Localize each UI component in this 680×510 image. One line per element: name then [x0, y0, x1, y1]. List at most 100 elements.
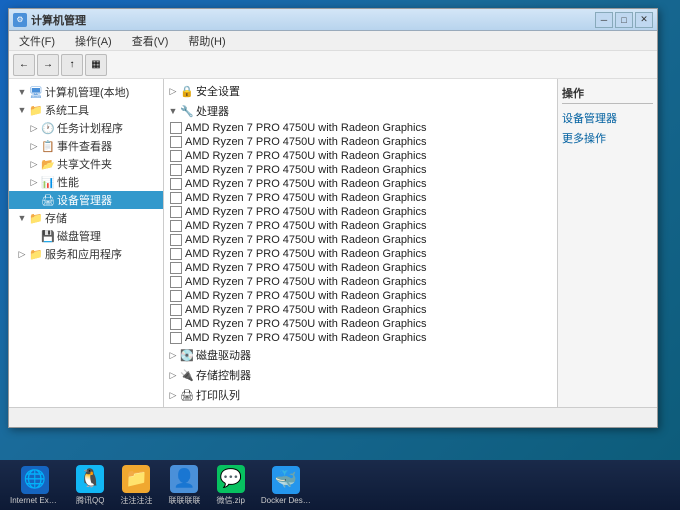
device-manager-label: 设备管理器 — [57, 192, 112, 208]
proc-checkbox-2 — [170, 150, 182, 162]
close-button[interactable]: ✕ — [635, 12, 653, 28]
storage-ctrl-expand: ▷ — [168, 370, 178, 380]
proc-label-10: AMD Ryzen 7 PRO 4750U with Radeon Graphi… — [185, 262, 427, 274]
expand-icon: ▼ — [17, 87, 27, 97]
taskbar-wechat[interactable]: 💬 微信.zip — [210, 463, 250, 508]
actions-panel: 操作 设备管理器 更多操作 — [557, 79, 657, 407]
window-icon: ⚙ — [13, 13, 27, 27]
up-button[interactable]: ↑ — [61, 54, 83, 76]
docker-icon: 🐳 — [272, 466, 300, 494]
proc-checkbox-12 — [170, 290, 182, 302]
proc-label-2: AMD Ryzen 7 PRO 4750U with Radeon Graphi… — [185, 150, 427, 162]
taskbar-user[interactable]: 👤 联联联联 — [162, 463, 206, 508]
forward-button[interactable]: → — [37, 54, 59, 76]
event-viewer-label: 事件查看器 — [57, 138, 112, 154]
proc-item-5[interactable]: AMD Ryzen 7 PRO 4750U with Radeon Graphi… — [164, 191, 557, 205]
taskbar-qq[interactable]: 🐧 腾讯QQ — [70, 463, 110, 508]
right-panel: ▷ 🔒 安全设置 ▼ 🔧 处理器 AMD Ryzen 7 PRO 4750U w… — [164, 79, 557, 407]
wechat-icon: 💬 — [217, 465, 245, 493]
tree-shared-folders[interactable]: ▷ 📂 共享文件夹 — [9, 155, 163, 173]
docker-label: Docker Desktop — [261, 496, 311, 505]
print-queue-label: 打印队列 — [196, 387, 240, 403]
maximize-button[interactable]: □ — [615, 12, 633, 28]
processor-header[interactable]: ▼ 🔧 处理器 — [164, 101, 557, 121]
proc-checkbox-6 — [170, 206, 182, 218]
proc-item-11[interactable]: AMD Ryzen 7 PRO 4750U with Radeon Graphi… — [164, 275, 557, 289]
tree-disk-management[interactable]: 💾 磁盘管理 — [9, 227, 163, 245]
left-panel: ▼ 🖥 计算机管理(本地) ▼ 📁 系统工具 ▷ 🕐 任务计划程序 ▷ 📋 — [9, 79, 164, 407]
actions-title: 操作 — [562, 83, 653, 104]
proc-label-6: AMD Ryzen 7 PRO 4750U with Radeon Graphi… — [185, 206, 427, 218]
proc-item-2[interactable]: AMD Ryzen 7 PRO 4750U with Radeon Graphi… — [164, 149, 557, 163]
menu-file[interactable]: 文件(F) — [13, 31, 61, 51]
folder-icon-3: 📁 — [29, 211, 43, 225]
title-buttons: ─ □ ✕ — [595, 12, 653, 28]
expand-icon-7 — [29, 195, 39, 205]
tree-task-scheduler[interactable]: ▷ 🕐 任务计划程序 — [9, 119, 163, 137]
proc-item-14[interactable]: AMD Ryzen 7 PRO 4750U with Radeon Graphi… — [164, 317, 557, 331]
back-button[interactable]: ← — [13, 54, 35, 76]
desktop: ⚙ 计算机管理 ─ □ ✕ 文件(F) 操作(A) 查看(V) 帮助(H) ← … — [0, 0, 680, 460]
proc-label-9: AMD Ryzen 7 PRO 4750U with Radeon Graphi… — [185, 248, 427, 260]
storage-ctrl-icon: 🔌 — [180, 368, 194, 382]
storage-ctrl-header[interactable]: ▷ 🔌 存储控制器 — [164, 365, 557, 385]
taskbar-ie[interactable]: 🌐 Internet Explorer — [4, 464, 66, 507]
proc-checkbox-3 — [170, 164, 182, 176]
security-settings-label: 安全设置 — [196, 83, 240, 99]
expand-icon-9 — [29, 231, 39, 241]
proc-item-7[interactable]: AMD Ryzen 7 PRO 4750U with Radeon Graphi… — [164, 219, 557, 233]
minimize-button[interactable]: ─ — [595, 12, 613, 28]
event-icon: 📋 — [41, 139, 55, 153]
security-settings-header[interactable]: ▷ 🔒 安全设置 — [164, 81, 557, 101]
proc-item-9[interactable]: AMD Ryzen 7 PRO 4750U with Radeon Graphi… — [164, 247, 557, 261]
expand-icon-10: ▷ — [17, 249, 27, 259]
system-tools-label: 系统工具 — [45, 102, 89, 118]
view-button[interactable]: ▦ — [85, 54, 107, 76]
proc-item-6[interactable]: AMD Ryzen 7 PRO 4750U with Radeon Graphi… — [164, 205, 557, 219]
menu-view[interactable]: 查看(V) — [126, 31, 175, 51]
taskbar-docker[interactable]: 🐳 Docker Desktop — [255, 464, 317, 507]
proc-label-3: AMD Ryzen 7 PRO 4750U with Radeon Graphi… — [185, 164, 427, 176]
expand-icon-6: ▷ — [29, 177, 39, 187]
folder-icon-2: 📂 — [41, 157, 55, 171]
tree-storage[interactable]: ▼ 📁 存储 — [9, 209, 163, 227]
security-icon: 🔒 — [180, 84, 194, 98]
action-device-manager[interactable]: 设备管理器 — [562, 108, 653, 128]
tree-device-manager[interactable]: 🖨 设备管理器 — [9, 191, 163, 209]
folder-label: 注注注注 — [120, 495, 152, 506]
proc-item-8[interactable]: AMD Ryzen 7 PRO 4750U with Radeon Graphi… — [164, 233, 557, 247]
proc-item-13[interactable]: AMD Ryzen 7 PRO 4750U with Radeon Graphi… — [164, 303, 557, 317]
tree-services[interactable]: ▷ 📁 服务和应用程序 — [9, 245, 163, 263]
storage-ctrl-label: 存储控制器 — [196, 367, 251, 383]
proc-item-3[interactable]: AMD Ryzen 7 PRO 4750U with Radeon Graphi… — [164, 163, 557, 177]
disk-driver-header[interactable]: ▷ 💽 磁盘驱动器 — [164, 345, 557, 365]
menu-action[interactable]: 操作(A) — [69, 31, 118, 51]
action-more[interactable]: 更多操作 — [562, 128, 653, 148]
processor-label: 处理器 — [196, 103, 229, 119]
security-expand-icon: ▷ — [168, 86, 178, 96]
proc-label-0: AMD Ryzen 7 PRO 4750U with Radeon Graphi… — [185, 122, 427, 134]
proc-item-1[interactable]: AMD Ryzen 7 PRO 4750U with Radeon Graphi… — [164, 135, 557, 149]
proc-item-15[interactable]: AMD Ryzen 7 PRO 4750U with Radeon Graphi… — [164, 331, 557, 345]
taskbar-folder[interactable]: 📁 注注注注 — [114, 463, 158, 508]
proc-checkbox-10 — [170, 262, 182, 274]
ie-icon: 🌐 — [21, 466, 49, 494]
tree-performance[interactable]: ▷ 📊 性能 — [9, 173, 163, 191]
proc-item-12[interactable]: AMD Ryzen 7 PRO 4750U with Radeon Graphi… — [164, 289, 557, 303]
proc-checkbox-11 — [170, 276, 182, 288]
print-queue-header[interactable]: ▷ 🖨 打印队列 — [164, 385, 557, 405]
print-expand: ▷ — [168, 390, 178, 400]
proc-label-15: AMD Ryzen 7 PRO 4750U with Radeon Graphi… — [185, 332, 427, 344]
tree-event-viewer[interactable]: ▷ 📋 事件查看器 — [9, 137, 163, 155]
expand-icon-3: ▷ — [29, 123, 39, 133]
folder-icon-1: 📁 — [29, 103, 43, 117]
menu-help[interactable]: 帮助(H) — [182, 31, 231, 51]
computer-management-window: ⚙ 计算机管理 ─ □ ✕ 文件(F) 操作(A) 查看(V) 帮助(H) ← … — [8, 8, 658, 428]
tree-system-tools[interactable]: ▼ 📁 系统工具 — [9, 101, 163, 119]
proc-item-4[interactable]: AMD Ryzen 7 PRO 4750U with Radeon Graphi… — [164, 177, 557, 191]
proc-item-10[interactable]: AMD Ryzen 7 PRO 4750U with Radeon Graphi… — [164, 261, 557, 275]
tree-root[interactable]: ▼ 🖥 计算机管理(本地) — [9, 83, 163, 101]
performance-label: 性能 — [57, 174, 79, 190]
proc-checkbox-15 — [170, 332, 182, 344]
proc-item-0[interactable]: AMD Ryzen 7 PRO 4750U with Radeon Graphi… — [164, 121, 557, 135]
